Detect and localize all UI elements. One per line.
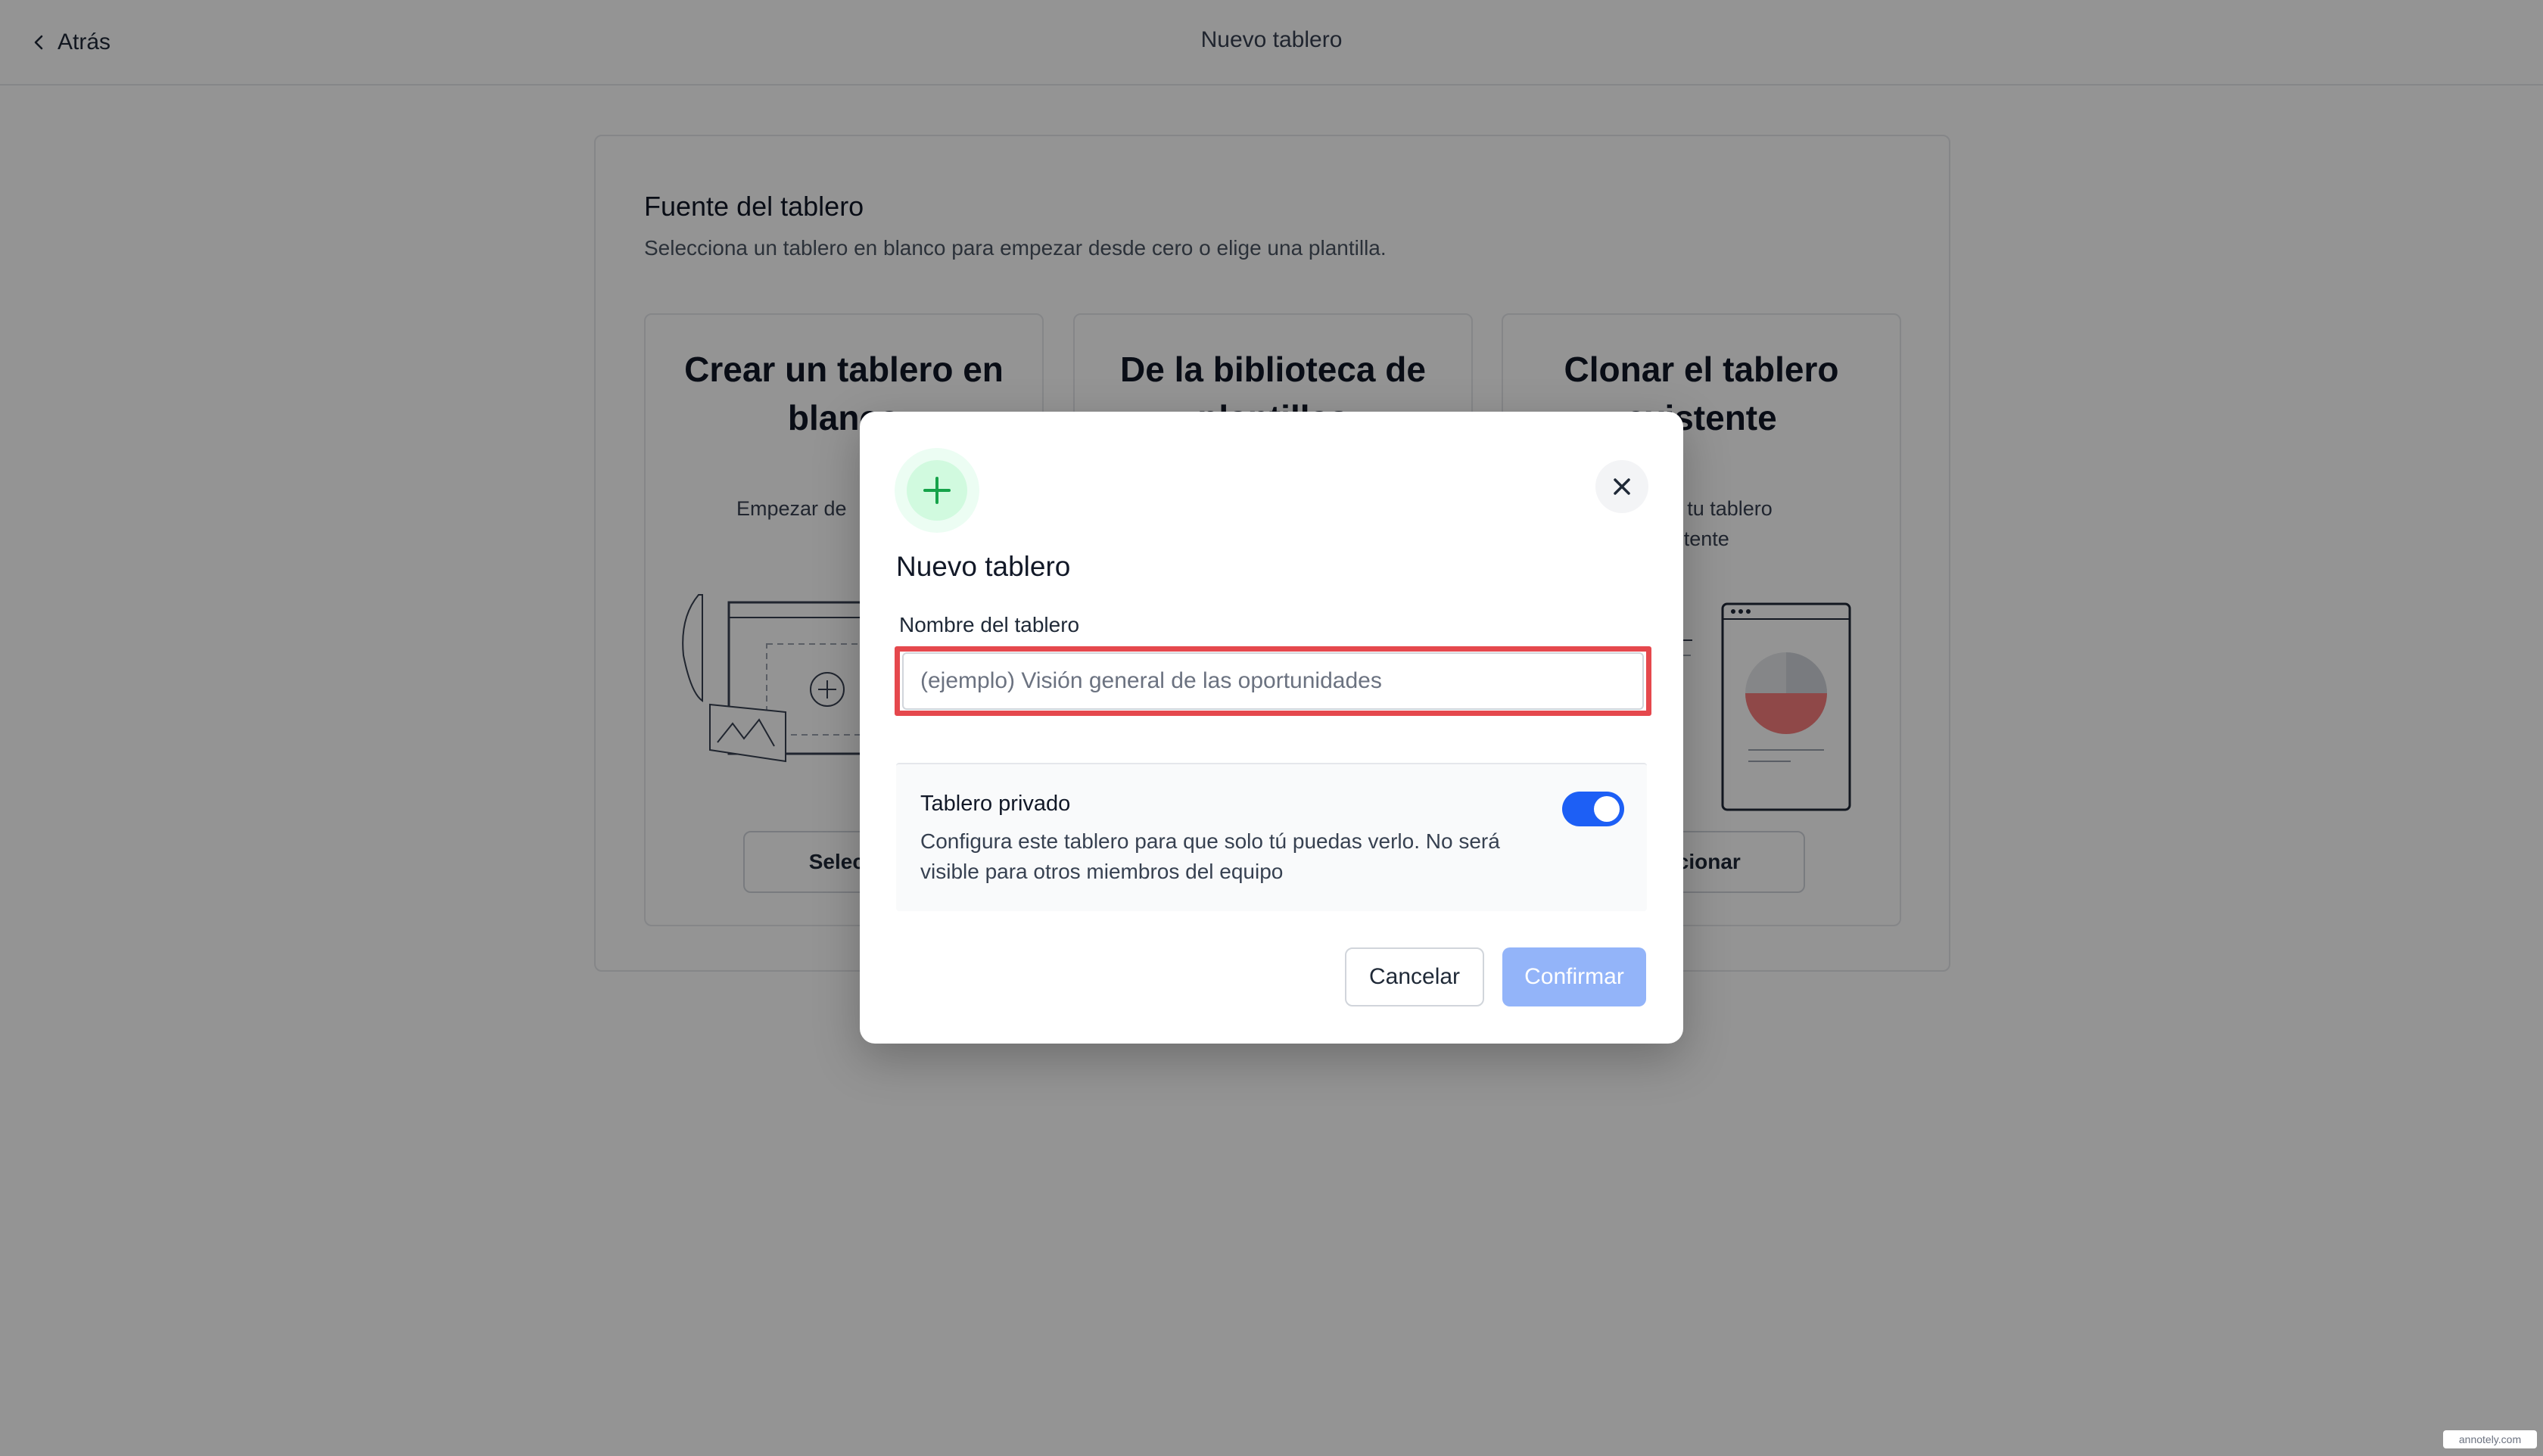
toggle-knob bbox=[1594, 796, 1620, 822]
close-icon bbox=[1614, 478, 1630, 495]
board-name-input[interactable] bbox=[902, 652, 1644, 710]
cancel-button[interactable]: Cancelar bbox=[1345, 947, 1484, 1006]
private-board-title: Tablero privado bbox=[920, 792, 1071, 816]
board-name-label: Nombre del tablero bbox=[899, 613, 1080, 636]
new-board-dialog: Nuevo tablero Nombre del tablero Tablero… bbox=[860, 412, 1683, 1044]
watermark: annotely.com bbox=[2443, 1430, 2537, 1448]
watermark-text: annotely.com bbox=[2458, 1433, 2522, 1445]
dialog-badge bbox=[895, 448, 979, 533]
private-board-section: Tablero privado Configura este tablero p… bbox=[896, 763, 1647, 911]
private-board-description: Configura este tablero para que solo tú … bbox=[920, 829, 1500, 883]
confirm-button[interactable]: Confirmar bbox=[1502, 947, 1646, 1006]
private-board-toggle[interactable] bbox=[1562, 792, 1624, 826]
dialog-title: Nuevo tablero bbox=[896, 551, 1071, 582]
close-button[interactable] bbox=[1595, 460, 1648, 513]
plus-icon bbox=[923, 477, 951, 504]
